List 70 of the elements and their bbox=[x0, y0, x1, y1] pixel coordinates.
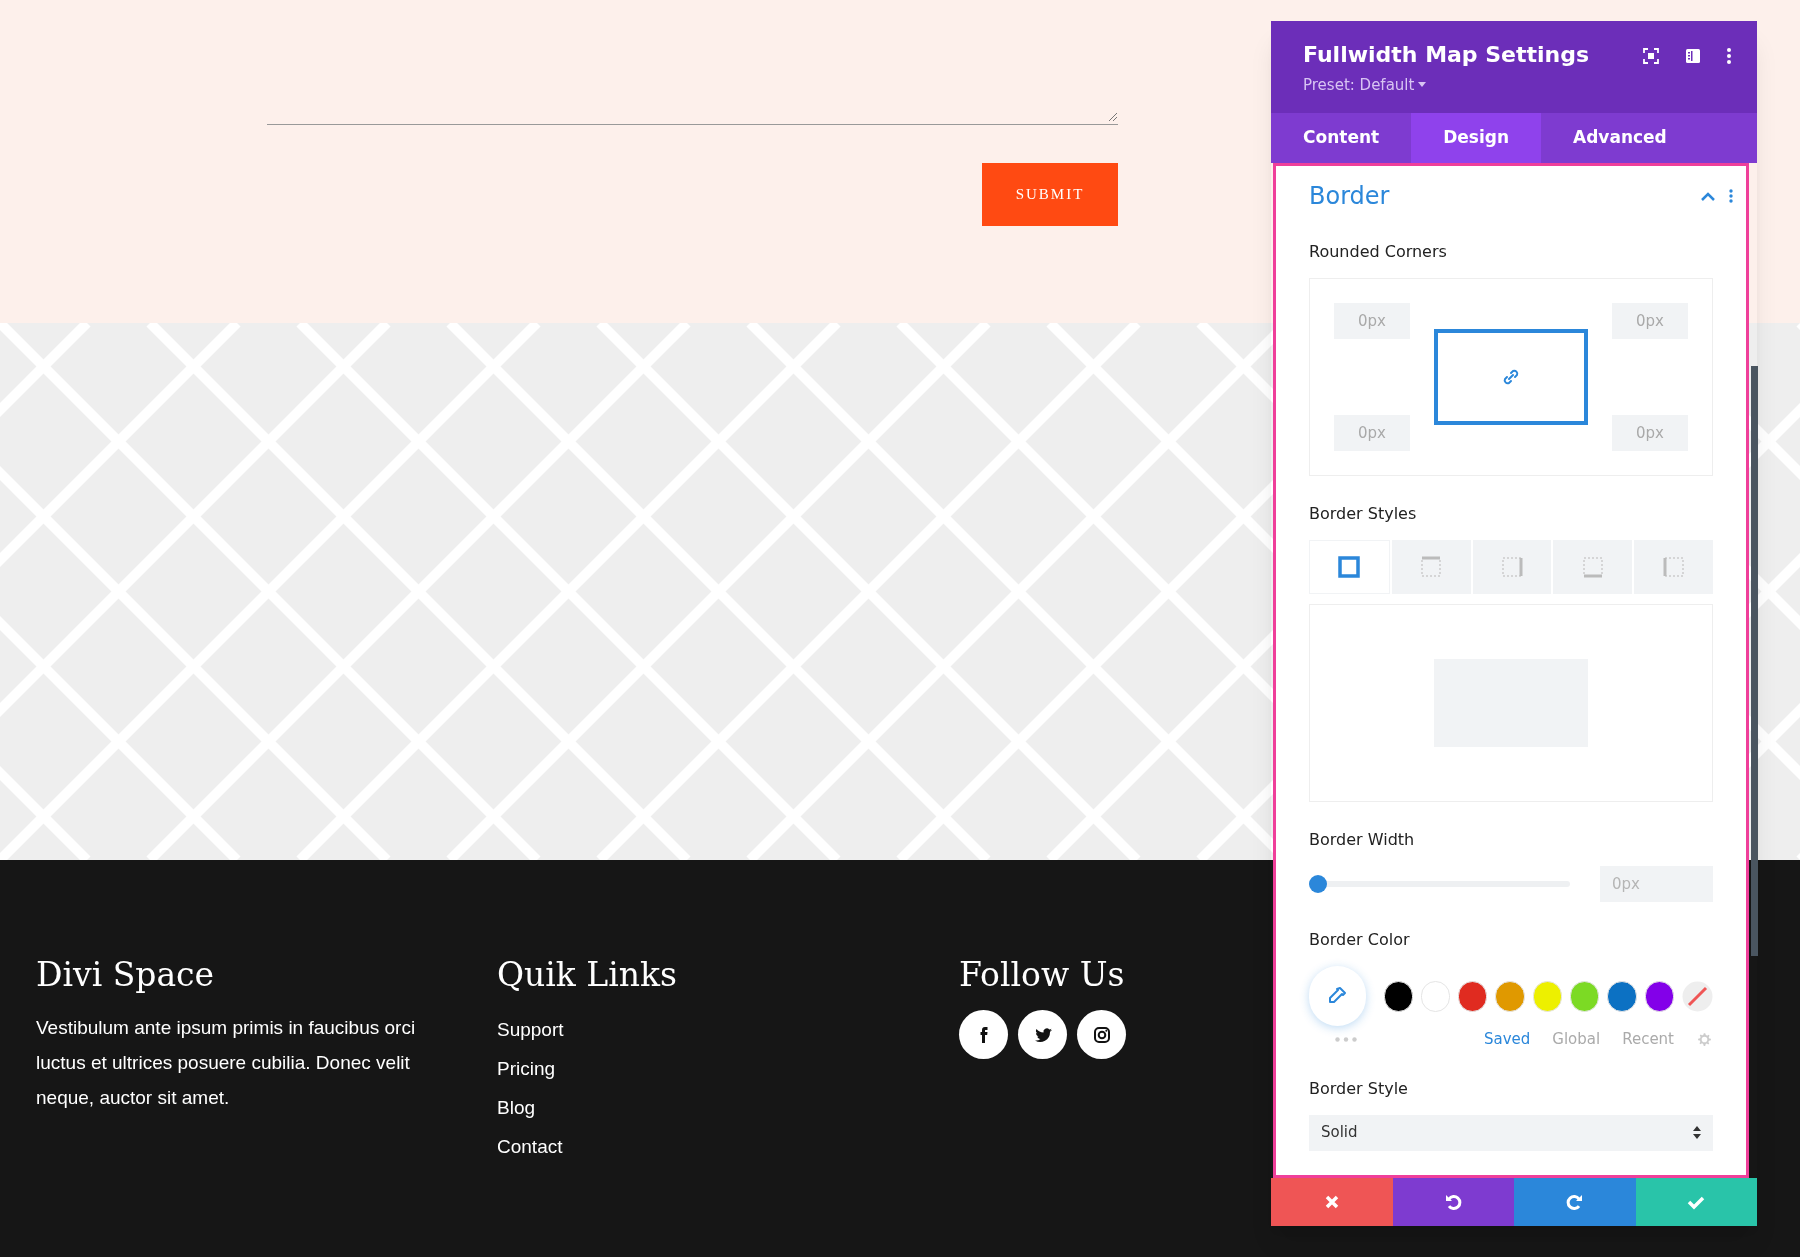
focus-button[interactable] bbox=[1643, 48, 1659, 64]
more-options-icon bbox=[1727, 48, 1731, 64]
social-link[interactable] bbox=[959, 1010, 1008, 1059]
more-options-button[interactable] bbox=[1727, 48, 1731, 64]
footer-link[interactable]: Pricing bbox=[497, 1049, 677, 1088]
border-width-input[interactable]: 0px bbox=[1600, 866, 1713, 902]
section-menu-button[interactable] bbox=[1729, 189, 1733, 203]
footer-link[interactable]: Blog bbox=[497, 1088, 677, 1127]
tab[interactable]: Advanced bbox=[1541, 113, 1699, 163]
field-label: Border Styles bbox=[1309, 503, 1418, 525]
panel-title: Fullwidth Map Settings bbox=[1303, 41, 1590, 69]
field-label: Border Width bbox=[1309, 829, 1416, 851]
tab[interactable]: Design bbox=[1411, 113, 1541, 163]
split-view-button[interactable] bbox=[1685, 48, 1701, 64]
undo-icon bbox=[1443, 1192, 1464, 1212]
preset-dropdown[interactable]: Preset: Default bbox=[1303, 74, 1590, 97]
color-swatch[interactable] bbox=[1532, 980, 1563, 1012]
field-label: Border Style bbox=[1309, 1077, 1409, 1100]
submit-button[interactable]: SUBMIT bbox=[982, 163, 1118, 226]
border-style-select[interactable]: Solid bbox=[1309, 1114, 1713, 1151]
more-dots-icon bbox=[1335, 1036, 1357, 1042]
color-swatch[interactable] bbox=[1644, 980, 1674, 1012]
facebook-icon bbox=[979, 1026, 988, 1043]
field-label: Rounded Corners bbox=[1309, 241, 1448, 263]
resize-handle-icon[interactable] bbox=[1108, 112, 1118, 122]
footer-heading: Divi Space bbox=[36, 954, 216, 996]
color-swatch[interactable] bbox=[1607, 980, 1637, 1012]
footer-paragraph: Vestibulum ante ipsum primis in faucibus orci luctus et ultrices posuere cubilia. Donec velit neque, auctor sit amet. bbox=[36, 1016, 417, 1110]
tab[interactable]: Content bbox=[1271, 113, 1412, 163]
border-right-icon bbox=[1500, 555, 1524, 579]
more-options-icon bbox=[1729, 189, 1733, 203]
color-swatch[interactable] bbox=[1383, 980, 1413, 1012]
footer-link[interactable]: Contact bbox=[497, 1127, 677, 1166]
no-color-swatch[interactable] bbox=[1682, 980, 1713, 1012]
border-bottom-icon bbox=[1580, 555, 1605, 579]
caret-icon bbox=[1418, 82, 1427, 89]
footer-heading: Quik Links bbox=[497, 954, 677, 996]
slider-thumb[interactable] bbox=[1309, 875, 1327, 893]
social-link[interactable] bbox=[1018, 1010, 1067, 1059]
split-view-icon bbox=[1685, 48, 1701, 64]
social-link[interactable] bbox=[1077, 1010, 1126, 1059]
section-title: Border bbox=[1309, 181, 1390, 212]
undo-button[interactable] bbox=[1392, 1178, 1514, 1226]
corner-input[interactable]: 0px bbox=[1612, 303, 1688, 339]
color-swatch[interactable] bbox=[1420, 980, 1451, 1012]
footer-heading: Follow Us bbox=[959, 954, 1126, 996]
corner-input[interactable]: 0px bbox=[1334, 415, 1410, 451]
select-arrows-icon bbox=[1693, 1126, 1701, 1139]
focus-icon bbox=[1643, 48, 1659, 64]
more-colors-button[interactable] bbox=[1335, 1036, 1357, 1042]
chevron-up-icon bbox=[1701, 191, 1715, 201]
footer-link[interactable]: Support bbox=[497, 1010, 677, 1049]
color-swatch[interactable] bbox=[1458, 980, 1488, 1012]
border-top-icon bbox=[1419, 555, 1444, 579]
scrollbar-thumb[interactable] bbox=[1751, 366, 1758, 956]
color-swatch[interactable] bbox=[1495, 980, 1525, 1012]
redo-icon bbox=[1564, 1192, 1585, 1212]
palette-tab[interactable]: Saved bbox=[1483, 1028, 1531, 1051]
border-side-option[interactable] bbox=[1309, 540, 1390, 594]
border-all-icon bbox=[1337, 555, 1362, 579]
color-swatch[interactable] bbox=[1570, 980, 1600, 1012]
collapse-toggle[interactable] bbox=[1701, 191, 1715, 201]
slider[interactable] bbox=[1309, 875, 1570, 893]
color-picker-button[interactable] bbox=[1309, 966, 1366, 1026]
border-left-icon bbox=[1661, 555, 1686, 579]
no-color-icon bbox=[1682, 980, 1713, 1012]
field-label: Border Color bbox=[1309, 929, 1411, 951]
settings-icon bbox=[1696, 1030, 1713, 1048]
corner-input[interactable]: 0px bbox=[1612, 415, 1688, 451]
corner-input[interactable]: 0px bbox=[1334, 303, 1410, 339]
